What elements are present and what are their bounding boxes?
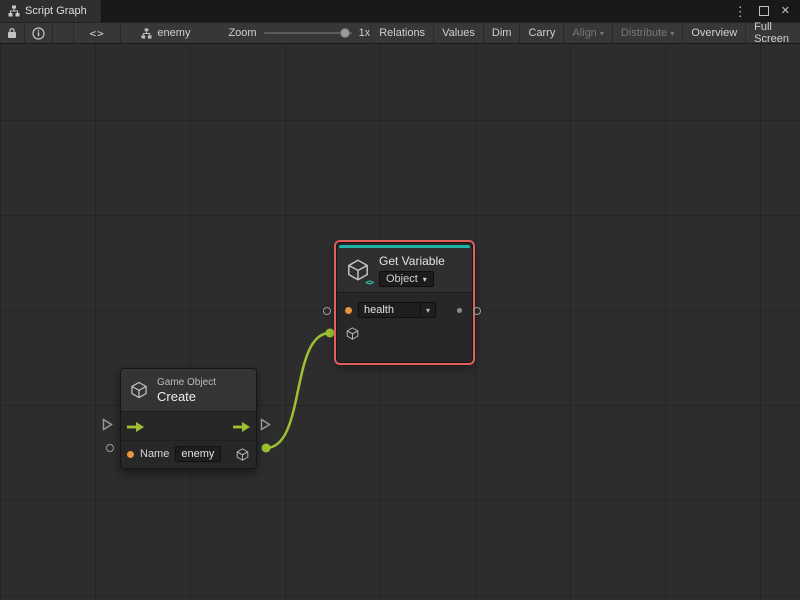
toolbar-buttons: Relations Values Dim Carry Align ▾ Distr… — [370, 23, 800, 43]
variable-name-field[interactable]: health ▾ — [358, 302, 436, 318]
port-value-in[interactable] — [106, 444, 114, 452]
chevron-down-icon: ▾ — [600, 30, 604, 38]
name-input-field[interactable]: enemy — [175, 446, 221, 462]
result-cube-icon[interactable] — [235, 447, 250, 462]
toolbar-button-distribute[interactable]: Distribute ▾ — [612, 23, 682, 43]
code-icon: <> — [365, 278, 373, 287]
graph-canvas[interactable]: <> Get Variable Object ▾ health ▾ — [0, 44, 800, 600]
chevron-down-icon: ▾ — [670, 30, 674, 38]
window-menu-icon[interactable]: ⋮ — [734, 5, 747, 18]
window-controls: ⋮ ✕ — [734, 0, 800, 22]
titlebar: Script Graph ⋮ ✕ — [0, 0, 800, 22]
lock-button[interactable] — [0, 23, 25, 43]
toolbar-button-align[interactable]: Align ▾ — [563, 23, 611, 43]
node-game-object-create[interactable]: Game Object Create Name enemy — [120, 368, 257, 469]
port-flow-out[interactable] — [260, 418, 271, 431]
toolbar-button-fullscreen[interactable]: Full Screen — [745, 23, 800, 43]
node-category: Game Object — [157, 377, 216, 389]
toolbar-button-dim[interactable]: Dim — [483, 23, 520, 43]
flow-row — [121, 412, 256, 441]
tab-script-graph[interactable]: Script Graph — [0, 0, 102, 22]
info-button[interactable] — [25, 23, 53, 43]
zoom-label: Zoom — [228, 27, 256, 39]
script-graph-window: Script Graph ⋮ ✕ <> — [0, 0, 800, 600]
variable-cube-icon: <> — [345, 257, 371, 283]
gameobject-cube-icon — [129, 380, 149, 400]
zoom-value: 1x — [359, 27, 371, 39]
toolbar-button-relations[interactable]: Relations — [370, 23, 433, 43]
zoom-control: Zoom 1x — [228, 23, 370, 43]
port-variable-value-out[interactable] — [473, 307, 481, 315]
name-label: Name — [140, 448, 169, 460]
graph-breadcrumb[interactable]: enemy — [131, 23, 200, 43]
window-close-icon[interactable]: ✕ — [781, 6, 790, 17]
zoom-slider-handle[interactable] — [340, 28, 350, 38]
code-icon: <> — [89, 27, 104, 40]
window-maximize-icon[interactable] — [759, 6, 769, 16]
variable-name-port-dot[interactable] — [345, 307, 352, 314]
zoom-slider[interactable] — [264, 22, 352, 44]
graph-toolbar: <> enemy Zoom 1x Relations Values — [0, 22, 800, 44]
info-icon — [32, 27, 45, 40]
node-get-variable[interactable]: <> Get Variable Object ▾ health ▾ — [336, 242, 473, 363]
toolbar-button-carry[interactable]: Carry — [519, 23, 563, 43]
name-port-dot[interactable] — [127, 451, 134, 458]
create-header: Game Object Create — [121, 369, 256, 412]
code-view-button[interactable]: <> — [73, 23, 122, 43]
tab-label: Script Graph — [25, 5, 87, 17]
toolbar-button-overview[interactable]: Overview — [682, 23, 745, 43]
lock-icon — [7, 27, 17, 39]
get-variable-header: <> Get Variable Object ▾ — [337, 248, 472, 293]
graph-icon — [141, 28, 152, 39]
name-row: Name enemy — [121, 443, 256, 465]
toolbar-button-values[interactable]: Values — [433, 23, 483, 43]
port-flow-in[interactable] — [102, 418, 113, 431]
get-variable-body: health ▾ — [337, 293, 472, 341]
gameobject-target-cube-icon[interactable] — [345, 326, 360, 341]
port-variable-name-in[interactable] — [323, 307, 331, 315]
flow-in-arrow-icon[interactable] — [127, 422, 144, 432]
chevron-down-icon[interactable]: ▾ — [420, 303, 435, 317]
flow-out-arrow-icon[interactable] — [233, 422, 250, 432]
node-title: Create — [157, 389, 216, 404]
graph-icon — [8, 5, 20, 17]
zoom-slider-track[interactable] — [264, 32, 352, 34]
graph-name-label: enemy — [157, 27, 190, 39]
variable-kind-dropdown[interactable]: Object ▾ — [379, 271, 434, 287]
value-port-dot[interactable] — [457, 308, 462, 313]
node-title: Get Variable — [379, 254, 445, 268]
chevron-down-icon: ▾ — [423, 276, 427, 284]
